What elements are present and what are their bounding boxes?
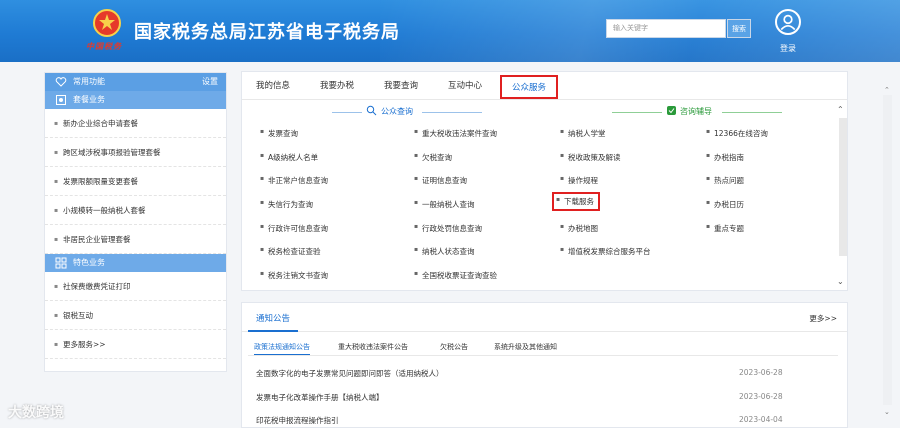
link-general-taxpayer[interactable]: 一般纳税人查询 bbox=[414, 199, 475, 210]
tab-my-info[interactable]: 我的信息 bbox=[256, 79, 290, 91]
sidebar-item-social-security[interactable]: 社保费缴费凭证打印 bbox=[45, 272, 226, 301]
panel-scroll-down-icon[interactable]: ⌄ bbox=[837, 277, 844, 286]
tab-public-service[interactable]: 公众服务 bbox=[500, 75, 559, 99]
consult-icon bbox=[667, 106, 676, 115]
services-panel: 我的信息 我要办税 我要查询 互动中心 公众服务 公众查询 咨询辅导 发票查询 … bbox=[241, 71, 848, 291]
section-divider bbox=[332, 112, 362, 113]
link-national-receipt[interactable]: 全国税收票证查询查验 bbox=[414, 270, 497, 281]
link-tax-arrears[interactable]: 欠税查询 bbox=[414, 152, 452, 163]
subtab-system-upgrade[interactable]: 系统升级及其他通知 bbox=[494, 342, 557, 352]
link-tax-policy[interactable]: 税收政策及解读 bbox=[560, 152, 621, 163]
notice-title[interactable]: 通知公告 bbox=[256, 312, 290, 324]
link-admin-penalty[interactable]: 行政处罚信息查询 bbox=[414, 223, 482, 234]
notice-row-title[interactable]: 发票电子化改革操作手册【纳税人端】 bbox=[256, 392, 384, 403]
common-functions-header: 常用功能 设置 bbox=[45, 73, 226, 91]
tab-tax-handling[interactable]: 我要办税 bbox=[320, 79, 354, 91]
page-scroll-up-icon[interactable]: ⌃ bbox=[884, 86, 890, 94]
user-avatar-icon[interactable] bbox=[775, 9, 801, 35]
sidebar-item-invoice-limit[interactable]: 发票限额限量变更套餐 bbox=[45, 167, 226, 196]
tax-emblem-icon bbox=[93, 9, 121, 37]
emblem-text: 中国税务 bbox=[86, 42, 122, 51]
section-divider bbox=[422, 112, 482, 113]
notice-row-date: 2023-06-28 bbox=[739, 368, 783, 377]
sidebar-item-new-enterprise[interactable]: 新办企业综合申请套餐 bbox=[45, 109, 226, 138]
watermark: 大数跨境 bbox=[8, 405, 64, 421]
panel-scroll-up-icon[interactable]: ⌃ bbox=[837, 105, 844, 114]
tab-query[interactable]: 我要查询 bbox=[384, 79, 418, 91]
link-dishonesty[interactable]: 失信行为查询 bbox=[260, 199, 313, 210]
package-icon bbox=[56, 95, 66, 105]
link-download-service[interactable]: 下载服务 bbox=[552, 192, 600, 211]
link-key-topics[interactable]: 重点专题 bbox=[706, 223, 744, 234]
link-inspection-cert[interactable]: 税务检查证查验 bbox=[260, 246, 321, 257]
link-taxpayer-school[interactable]: 纳税人学堂 bbox=[560, 128, 606, 139]
link-a-level-taxpayers[interactable]: A级纳税人名单 bbox=[260, 152, 318, 163]
site-title: 国家税务总局江苏省电子税务局 bbox=[134, 22, 400, 43]
link-abnormal-household[interactable]: 非正常户信息查询 bbox=[260, 175, 328, 186]
link-deregistration-docs[interactable]: 税务注销文书查询 bbox=[260, 270, 328, 281]
main-tabs: 我的信息 我要办税 我要查询 互动中心 公众服务 bbox=[242, 72, 847, 100]
link-admin-license[interactable]: 行政许可信息查询 bbox=[260, 223, 328, 234]
notice-panel: 通知公告 更多>> 政策法规通知公告 重大税收违法案件公告 欠税公告 系统升级及… bbox=[241, 302, 848, 428]
sidebar-item-small-to-general[interactable]: 小规模转一般纳税人套餐 bbox=[45, 196, 226, 225]
sidebar-item-more-services[interactable]: 更多服务>> bbox=[45, 330, 226, 359]
notice-title-underline bbox=[248, 330, 298, 332]
link-major-violation[interactable]: 重大税收违法案件查询 bbox=[414, 128, 497, 139]
package-business-header[interactable]: 套餐业务 bbox=[45, 91, 226, 109]
special-business-header[interactable]: 特色业务 bbox=[45, 254, 226, 272]
subtab-major-violation[interactable]: 重大税收违法案件公告 bbox=[338, 342, 408, 352]
link-tax-guide[interactable]: 办税指南 bbox=[706, 152, 744, 163]
common-functions-label: 常用功能 bbox=[73, 77, 105, 86]
consult-heading: 咨询辅导 bbox=[680, 107, 712, 116]
notice-row-title[interactable]: 全面数字化的电子发票常见问题即问即答（适用纳税人） bbox=[256, 368, 444, 379]
grid-icon bbox=[55, 257, 67, 269]
search-input[interactable]: 输入关键字 bbox=[606, 19, 726, 38]
link-tax-map[interactable]: 办税地图 bbox=[560, 223, 598, 234]
link-certificate-info[interactable]: 证明信息查询 bbox=[414, 175, 467, 186]
link-12366-online[interactable]: 12366在线咨询 bbox=[706, 128, 768, 139]
settings-link[interactable]: 设置 bbox=[202, 73, 218, 91]
login-link[interactable]: 登录 bbox=[780, 43, 796, 54]
subtab-policy-notices[interactable]: 政策法规通知公告 bbox=[254, 342, 310, 355]
more-link[interactable]: 更多>> bbox=[809, 313, 837, 324]
search-button[interactable]: 搜索 bbox=[727, 19, 751, 38]
link-invoice-query[interactable]: 发票查询 bbox=[260, 128, 298, 139]
sidebar-item-cross-region[interactable]: 跨区域涉税事项报验管理套餐 bbox=[45, 138, 226, 167]
notice-row-date: 2023-04-04 bbox=[739, 415, 783, 424]
page-scroll-down-icon[interactable]: ⌄ bbox=[884, 408, 890, 416]
link-tax-calendar[interactable]: 办税日历 bbox=[706, 199, 744, 210]
subtab-arrears[interactable]: 欠税公告 bbox=[440, 342, 468, 352]
sidebar-item-non-resident[interactable]: 非居民企业管理套餐 bbox=[45, 225, 226, 254]
heart-icon bbox=[55, 77, 67, 87]
special-business-label: 特色业务 bbox=[73, 258, 105, 267]
link-taxpayer-status[interactable]: 纳税人状态查询 bbox=[414, 246, 475, 257]
page-scrollbar[interactable] bbox=[883, 95, 892, 405]
package-business-label: 套餐业务 bbox=[73, 95, 105, 104]
section-divider bbox=[722, 112, 782, 113]
sidebar: 常用功能 设置 套餐业务 新办企业综合申请套餐 跨区域涉税事项报验管理套餐 发票… bbox=[44, 72, 227, 372]
subtab-divider bbox=[248, 355, 838, 356]
public-query-heading: 公众查询 bbox=[381, 107, 413, 116]
tab-interaction[interactable]: 互动中心 bbox=[448, 79, 482, 91]
section-divider bbox=[612, 112, 662, 113]
link-hot-questions[interactable]: 热点问题 bbox=[706, 175, 744, 186]
magnifier-icon bbox=[366, 105, 377, 116]
link-operating-rules[interactable]: 操作规程 bbox=[560, 175, 598, 186]
sidebar-item-bank-tax[interactable]: 银税互动 bbox=[45, 301, 226, 330]
panel-scrollbar[interactable] bbox=[839, 118, 847, 256]
site-header: 中国税务 国家税务总局江苏省电子税务局 输入关键字 搜索 登录 bbox=[0, 0, 900, 62]
link-vat-invoice-platform[interactable]: 增值税发票综合服务平台 bbox=[560, 246, 651, 257]
notice-divider bbox=[242, 331, 847, 332]
notice-row-date: 2023-06-28 bbox=[739, 392, 783, 401]
notice-row-title[interactable]: 印花税申报流程操作指引 bbox=[256, 415, 339, 426]
